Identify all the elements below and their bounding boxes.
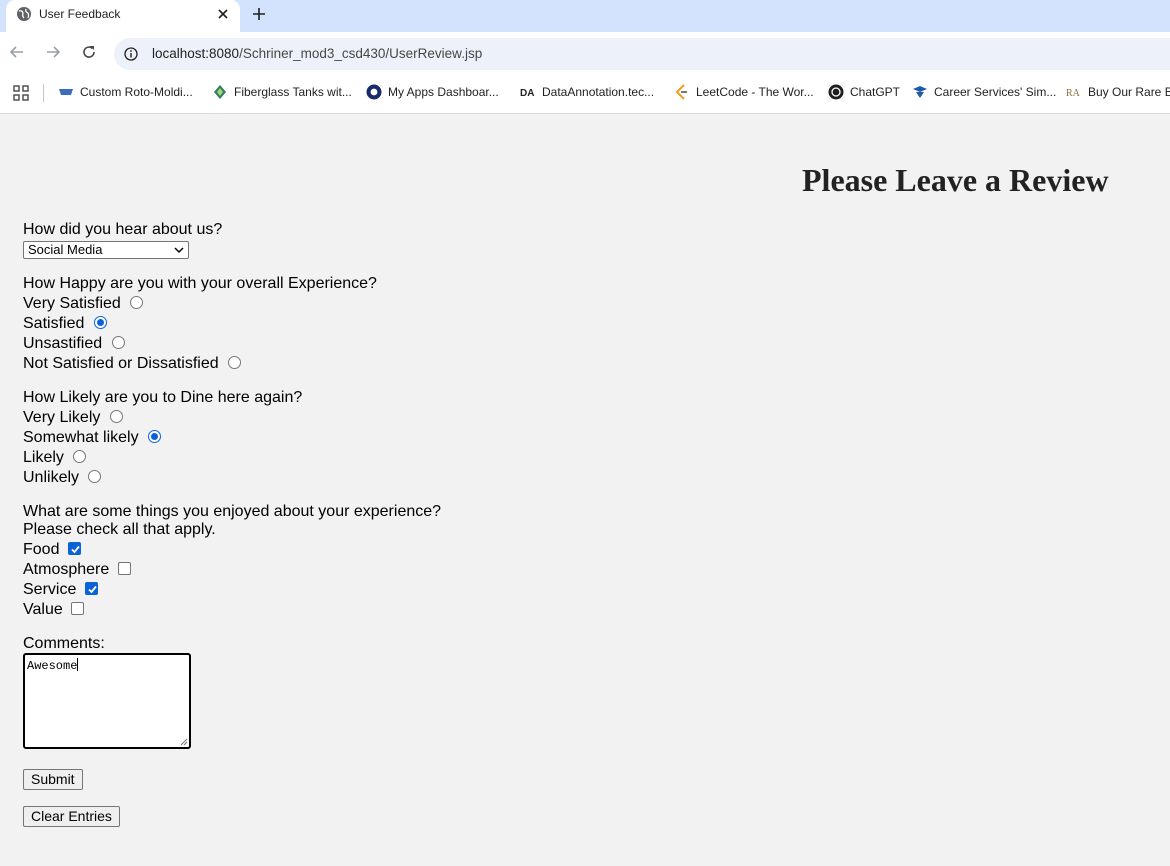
rare-icon: RA <box>1066 88 1081 99</box>
checkbox-atmosphere[interactable] <box>118 562 131 575</box>
bookmark-label: My Apps Dashboar... <box>388 85 499 99</box>
comments-textarea[interactable]: Awesome <box>23 653 191 749</box>
okta-icon <box>366 84 382 100</box>
hear-select[interactable]: Social Media <box>23 241 189 259</box>
fiberglass-icon <box>214 85 226 99</box>
happy-question: How Happy are you with your overall Expe… <box>23 275 377 292</box>
tab-user-feedback[interactable]: User Feedback <box>6 0 240 32</box>
checkmark-icon <box>88 585 97 594</box>
bookmark-leetcode[interactable]: LeetCode - The Wor... <box>674 84 814 102</box>
dataannotation-icon: DA <box>520 88 534 99</box>
checkbox-service[interactable] <box>85 582 98 595</box>
likely-question: How Likely are you to Dine here again? <box>23 389 303 406</box>
enjoyed-question: What are some things you enjoyed about y… <box>23 503 442 520</box>
bookmark-label: ChatGPT <box>850 85 901 99</box>
comments-value: Awesome <box>27 659 78 673</box>
bookmark-chatgpt[interactable]: ChatGPT <box>828 84 900 102</box>
bookmarks-bar: Custom Roto-Moldi... Fiberglass Tanks wi… <box>0 72 1170 114</box>
happy-radio-satisfied[interactable] <box>94 316 107 329</box>
hear-select-value: Social Media <box>28 242 103 257</box>
happy-radio-unsatisfied[interactable] <box>112 336 125 349</box>
close-tab-icon[interactable] <box>215 6 231 22</box>
bookmark-fiberglass[interactable]: Fiberglass Tanks wit... <box>212 84 352 102</box>
happy-option-label: Very Satisfied <box>23 295 121 312</box>
happy-option-label: Not Satisfied or Dissatisfied <box>23 355 219 372</box>
bookmark-label: Career Services' Sim... <box>934 85 1057 99</box>
svg-text:RA: RA <box>1066 88 1081 99</box>
url-path: /Schriner_mod3_csd430/UserReview.jsp <box>239 46 483 61</box>
tab-strip: User Feedback <box>0 0 1170 32</box>
likely-option-label: Likely <box>23 449 64 466</box>
likely-option-label: Very Likely <box>23 409 101 426</box>
review-page: Please Leave a Review How did you hear a… <box>0 114 1170 866</box>
likely-radio-very-likely[interactable] <box>110 410 123 423</box>
site-info-icon[interactable] <box>124 47 138 61</box>
back-arrow-icon[interactable] <box>9 44 25 60</box>
likely-option-label: Somewhat likely <box>23 429 139 446</box>
enjoyed-option-label: Service <box>23 581 77 598</box>
enjoyed-option-label: Food <box>23 541 60 558</box>
tab-title: User Feedback <box>39 7 121 21</box>
text-caret <box>77 658 79 671</box>
reload-icon[interactable] <box>81 44 97 60</box>
enjoyed-option-label: Value <box>23 601 63 618</box>
bookmark-rotomold[interactable]: Custom Roto-Moldi... <box>58 84 193 102</box>
bookmarks-separator <box>43 84 44 102</box>
clear-entries-button[interactable]: Clear Entries <box>23 806 120 827</box>
forward-arrow-icon[interactable] <box>45 44 61 60</box>
browser-toolbar: localhost:8080/Schriner_mod3_csd430/User… <box>0 32 1170 72</box>
url-text: localhost:8080/Schriner_mod3_csd430/User… <box>152 46 482 61</box>
bookmark-dataannotation[interactable]: DA DataAnnotation.tec... <box>520 84 654 102</box>
bookmark-career-services[interactable]: Career Services' Sim... <box>912 84 1056 102</box>
chevron-down-icon <box>174 247 184 254</box>
likely-radio-likely[interactable] <box>73 450 86 463</box>
happy-radio-neutral[interactable] <box>228 356 241 369</box>
rotomold-icon <box>59 89 73 95</box>
apps-grid-icon[interactable] <box>13 85 29 101</box>
likely-radio-somewhat-likely[interactable] <box>148 430 161 443</box>
submit-button[interactable]: Submit <box>23 769 83 790</box>
leetcode-icon <box>675 84 687 100</box>
career-icon <box>913 86 927 98</box>
url-host: localhost:8080 <box>152 46 240 61</box>
bookmark-label: Custom Roto-Moldi... <box>80 85 193 99</box>
bookmark-okta[interactable]: My Apps Dashboar... <box>366 84 499 102</box>
bookmark-label: Fiberglass Tanks wit... <box>234 85 352 99</box>
happy-radio-very-satisfied[interactable] <box>130 296 143 309</box>
comments-label: Comments: <box>23 635 105 652</box>
bookmark-label: LeetCode - The Wor... <box>696 85 814 99</box>
checkbox-food[interactable] <box>68 542 81 555</box>
enjoyed-option-label: Atmosphere <box>23 561 110 578</box>
happy-option-label: Satisfied <box>23 315 85 332</box>
happy-option-label: Unsastified <box>23 335 103 352</box>
checkbox-value[interactable] <box>71 602 84 615</box>
new-tab-icon[interactable] <box>250 5 268 23</box>
page-title: Please Leave a Review <box>802 162 1109 198</box>
likely-option-label: Unlikely <box>23 469 80 486</box>
address-bar[interactable]: localhost:8080/Schriner_mod3_csd430/User… <box>114 38 1170 70</box>
hear-question: How did you hear about us? <box>23 221 223 238</box>
globe-icon <box>17 7 31 21</box>
enjoyed-hint: Please check all that apply. <box>23 521 216 538</box>
resize-handle-icon[interactable] <box>180 738 188 746</box>
bookmark-rare[interactable]: RA Buy Our Rare B <box>1066 84 1170 102</box>
checkmark-icon <box>71 545 80 554</box>
likely-radio-unlikely[interactable] <box>88 470 101 483</box>
chatgpt-icon <box>828 84 844 100</box>
bookmark-label: Buy Our Rare B <box>1088 85 1170 99</box>
svg-text:DA: DA <box>520 88 534 99</box>
bookmark-label: DataAnnotation.tec... <box>542 85 655 99</box>
